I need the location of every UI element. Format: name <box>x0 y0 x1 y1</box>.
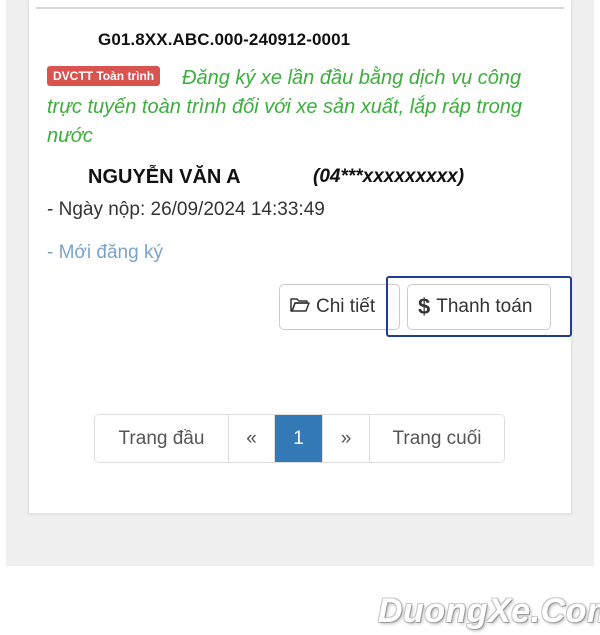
detail-button[interactable]: Chi tiết <box>279 284 400 330</box>
top-divider <box>36 7 564 9</box>
pagination-prev[interactable]: « <box>229 415 275 462</box>
pagination-first[interactable]: Trang đầu <box>95 415 229 462</box>
owner-id: (04***xxxxxxxxx) <box>313 166 465 187</box>
pagination-next[interactable]: » <box>323 415 370 462</box>
pagination-page-1[interactable]: 1 <box>275 415 323 462</box>
service-name-line2: trực tuyến toàn trình đối với xe sản xuấ… <box>47 96 523 147</box>
record-status: - Mới đăng ký <box>47 242 163 263</box>
pagination-last[interactable]: Trang cuối <box>370 415 504 462</box>
service-type-badge: DVCTT Toàn trình <box>47 66 161 86</box>
owner-name: NGUYỄN VĂN A <box>88 166 241 188</box>
folder-open-icon <box>290 296 310 319</box>
record-code: G01.8XX.ABC.000-240912-0001 <box>98 30 351 49</box>
detail-button-label: Chi tiết <box>316 296 376 317</box>
submitted-date: - Ngày nộp: 26/09/2024 14:33:49 <box>47 199 325 220</box>
service-name-line1: Đăng ký xe lần đầu bằng dịch vụ công <box>182 67 522 89</box>
watermark-logo: DuongXe.Com <box>378 592 600 630</box>
payment-highlight-box <box>386 276 572 337</box>
pagination: Trang đầu « 1 » Trang cuối <box>94 414 505 463</box>
